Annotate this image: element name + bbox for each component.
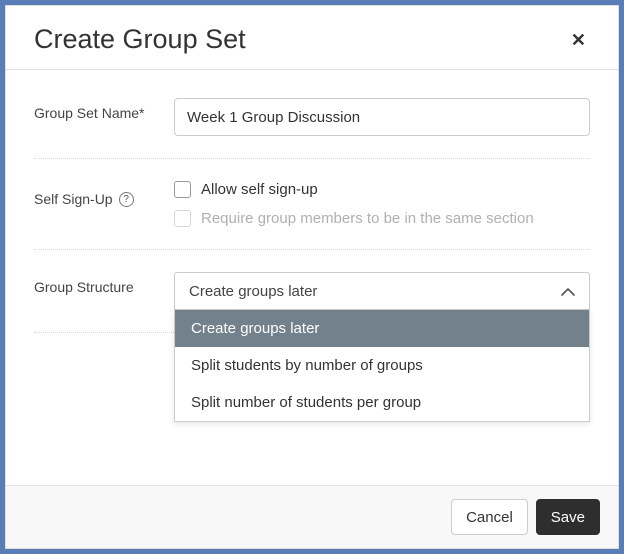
row-self-sign-up: Self Sign-Up ? Allow self sign-up Requir… (34, 159, 590, 250)
same-section-checkbox (174, 210, 191, 227)
chevron-up-icon (561, 287, 575, 296)
group-set-name-input[interactable] (174, 98, 590, 136)
same-section-label: Require group members to be in the same … (201, 210, 534, 227)
group-structure-label: Group Structure (34, 272, 174, 295)
modal-header: Create Group Set ✕ (6, 6, 618, 70)
group-set-name-label: Group Set Name* (34, 98, 174, 121)
save-button[interactable]: Save (536, 499, 600, 535)
option-split-students-per-group[interactable]: Split number of students per group (175, 384, 589, 421)
create-group-set-modal: Create Group Set ✕ Group Set Name* Self … (5, 5, 619, 549)
group-structure-dropdown: Create groups later Split students by nu… (174, 310, 590, 422)
allow-self-sign-up-row[interactable]: Allow self sign-up (174, 181, 590, 198)
modal-body: Group Set Name* Self Sign-Up ? Allow sel… (6, 70, 618, 485)
modal-title: Create Group Set (34, 24, 246, 55)
self-sign-up-label: Self Sign-Up (34, 191, 113, 207)
row-group-set-name: Group Set Name* (34, 76, 590, 159)
help-icon[interactable]: ? (119, 192, 134, 207)
allow-self-sign-up-label: Allow self sign-up (201, 181, 318, 198)
option-split-by-number-of-groups[interactable]: Split students by number of groups (175, 347, 589, 384)
modal-footer: Cancel Save (6, 485, 618, 548)
same-section-row: Require group members to be in the same … (174, 210, 590, 227)
group-structure-select[interactable]: Create groups later (174, 272, 590, 310)
close-icon: ✕ (571, 30, 586, 50)
allow-self-sign-up-checkbox[interactable] (174, 181, 191, 198)
cancel-button[interactable]: Cancel (451, 499, 528, 535)
group-structure-selected-value: Create groups later (189, 283, 317, 300)
close-button[interactable]: ✕ (567, 27, 590, 53)
option-create-groups-later[interactable]: Create groups later (175, 310, 589, 347)
row-group-structure: Group Structure Create groups later Crea… (34, 250, 590, 333)
